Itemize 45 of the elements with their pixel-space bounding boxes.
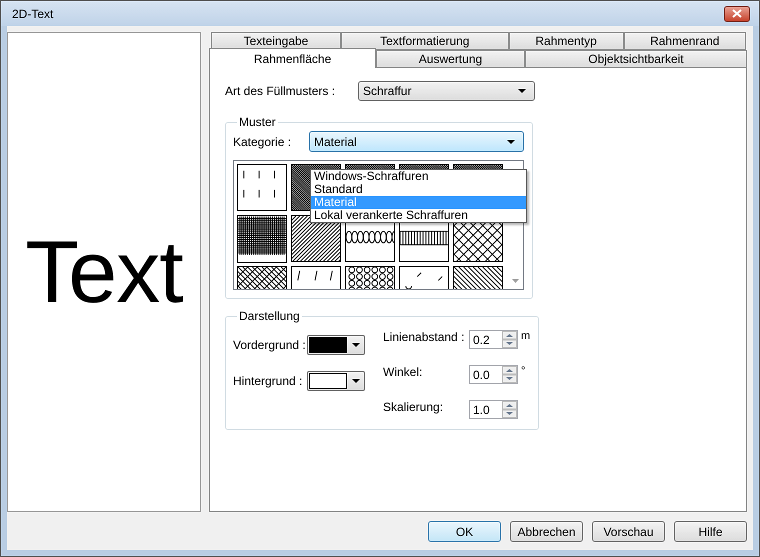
dropdown-option[interactable]: Lokal verankerte Schraffuren bbox=[311, 209, 526, 222]
unit-label: m bbox=[521, 330, 530, 342]
number-spinner[interactable]: 1.0 bbox=[469, 400, 518, 419]
caret-icon bbox=[352, 343, 360, 347]
number-spinner[interactable]: 0.2 bbox=[469, 330, 518, 349]
caret-icon bbox=[518, 89, 526, 93]
number-spinner[interactable]: 0.0 bbox=[469, 365, 518, 384]
dropdown-option[interactable]: Standard bbox=[311, 183, 526, 196]
tab[interactable]: Rahmenfläche bbox=[209, 48, 376, 68]
dialog-button[interactable]: Vorschau bbox=[592, 521, 665, 542]
caret-icon bbox=[507, 140, 515, 144]
tab[interactable]: Textformatierung bbox=[340, 32, 509, 50]
field-label: Vordergrund : bbox=[233, 338, 307, 352]
color-picker[interactable] bbox=[307, 371, 365, 391]
dropdown-option[interactable]: Windows-Schraffuren bbox=[311, 170, 526, 183]
unit-label: ° bbox=[521, 365, 526, 377]
tab[interactable]: Auswertung bbox=[376, 50, 525, 68]
spin-arrows-icon[interactable] bbox=[502, 366, 517, 383]
field-label: Skalierung: bbox=[383, 400, 444, 414]
scroll-down-icon[interactable] bbox=[512, 279, 518, 283]
dialog-button[interactable]: Abbrechen bbox=[510, 521, 583, 542]
group-title: Muster bbox=[238, 115, 277, 129]
dialog-button[interactable]: Hilfe bbox=[674, 521, 747, 542]
color-picker[interactable] bbox=[307, 335, 365, 355]
fill-type-dropdown[interactable]: Schraffur bbox=[358, 81, 535, 101]
tab[interactable]: Rahmentyp bbox=[508, 32, 624, 50]
tab[interactable]: Objektsichtbarkeit bbox=[524, 50, 748, 68]
preview-text: Text bbox=[25, 221, 183, 323]
field-label: Hintergrund : bbox=[233, 374, 304, 388]
tab[interactable]: Rahmenrand bbox=[624, 32, 746, 50]
hatch-swatch[interactable] bbox=[237, 215, 287, 263]
field-label: Art des Füllmusters : bbox=[225, 84, 336, 98]
dialog-button[interactable]: OK bbox=[428, 521, 501, 542]
window-title: 2D-Text bbox=[12, 6, 54, 20]
spin-arrows-icon[interactable] bbox=[502, 401, 517, 418]
field-label: Linienabstand : bbox=[383, 330, 466, 344]
category-dropdown[interactable]: Material bbox=[309, 131, 524, 152]
group-title: Darstellung bbox=[238, 309, 301, 323]
spin-arrows-icon[interactable] bbox=[502, 331, 517, 348]
field-label: Kategorie : bbox=[233, 134, 292, 148]
caret-icon bbox=[352, 379, 360, 383]
close-button[interactable] bbox=[724, 6, 750, 22]
close-icon bbox=[732, 9, 742, 18]
field-label: Winkel: bbox=[383, 365, 424, 379]
hatch-swatch[interactable] bbox=[237, 164, 287, 211]
